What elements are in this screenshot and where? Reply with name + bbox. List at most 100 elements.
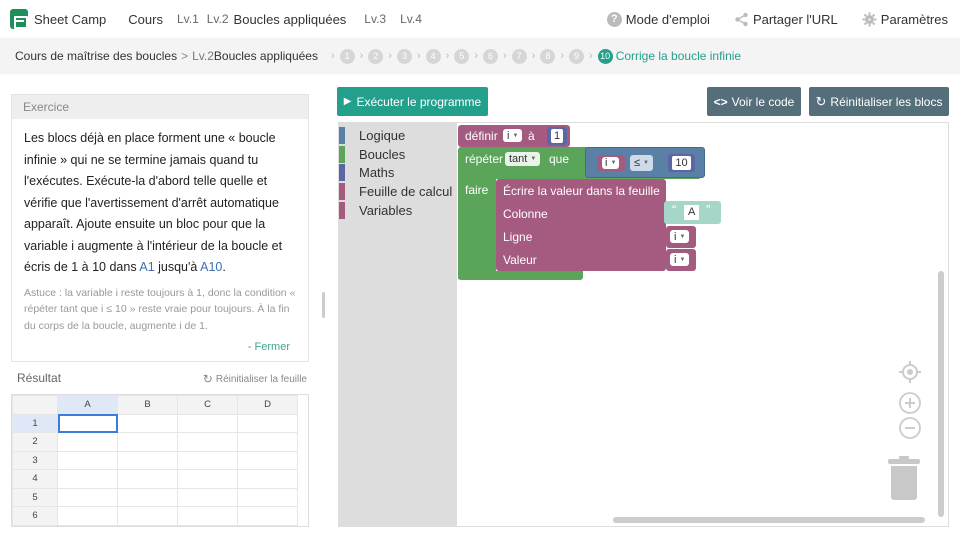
- column-header[interactable]: D: [237, 395, 298, 415]
- value-var-dropdown[interactable]: i ▼: [670, 253, 690, 266]
- write-sheet-block[interactable]: Écrire la valeur dans la feuille Colonne…: [496, 179, 666, 271]
- sheet-cell[interactable]: [57, 506, 118, 526]
- toolbox-category-2[interactable]: Maths: [339, 164, 457, 183]
- set-value-number[interactable]: 1: [547, 127, 567, 145]
- row-header[interactable]: 3: [12, 450, 58, 470]
- sheet-cell[interactable]: [117, 506, 178, 526]
- nav-lv4[interactable]: Lv.4: [400, 12, 422, 26]
- close-hint-link[interactable]: - Fermer: [248, 341, 290, 353]
- toolbox-category-0[interactable]: Logique: [339, 126, 457, 145]
- share-link[interactable]: Partager l'URL: [734, 12, 838, 27]
- reset-sheet-label: Réinitialiser la feuille: [215, 373, 307, 385]
- nav-lv3[interactable]: Lv.3: [364, 12, 386, 26]
- sheet-cell[interactable]: [117, 469, 178, 489]
- column-header[interactable]: B: [117, 395, 178, 415]
- repeat-block-body-edge: faire: [458, 175, 496, 279]
- column-text-block[interactable]: “ A ”: [664, 201, 721, 224]
- sheet-cell[interactable]: [117, 487, 178, 507]
- compare-right-number[interactable]: 10: [668, 154, 695, 172]
- set-variable-block[interactable]: définir i ▼ à 1: [458, 125, 570, 147]
- column-header[interactable]: C: [177, 395, 238, 415]
- step-1[interactable]: 1: [339, 48, 355, 64]
- sheet-cell[interactable]: [117, 450, 178, 470]
- toolbox-category-4[interactable]: Variables: [339, 201, 457, 220]
- step-3[interactable]: 3: [396, 48, 412, 64]
- compare-left-var[interactable]: i ▼: [597, 155, 625, 171]
- row-header[interactable]: 6: [12, 506, 58, 526]
- set-var-value: i: [507, 129, 510, 142]
- nav-lv1[interactable]: Lv.1: [177, 12, 199, 26]
- reset-sheet-link[interactable]: ↻ Réinitialiser la feuille: [203, 372, 307, 386]
- toolbox-category-1[interactable]: Boucles: [339, 145, 457, 164]
- sheet-cell[interactable]: [117, 432, 178, 452]
- step-6[interactable]: 6: [483, 48, 498, 64]
- sheet-cell[interactable]: [117, 413, 178, 433]
- recenter-icon[interactable]: [899, 361, 921, 383]
- value-var-block[interactable]: i ▼: [666, 249, 696, 271]
- sheet-cell[interactable]: [237, 413, 298, 433]
- sheet-cell[interactable]: [237, 450, 298, 470]
- active-step-label[interactable]: Corrige la boucle infinie: [616, 49, 741, 63]
- sheet-cell[interactable]: [57, 432, 118, 452]
- row-header[interactable]: 2: [12, 432, 58, 452]
- compare-number-value: 10: [672, 156, 691, 170]
- sheet-cell[interactable]: [177, 487, 238, 507]
- spreadsheet[interactable]: ABCD 123456: [11, 394, 309, 527]
- breadcrumb-course[interactable]: Cours de maîtrise des boucles: [15, 49, 177, 63]
- row-var-dropdown[interactable]: i ▼: [670, 230, 690, 243]
- value-label: Valeur: [503, 253, 537, 267]
- toolbox-category-3[interactable]: Feuille de calcul: [339, 182, 457, 201]
- step-10[interactable]: 10: [597, 48, 613, 64]
- repeat-label: répéter: [465, 152, 504, 166]
- zoom-out-icon[interactable]: [899, 417, 921, 439]
- row-header[interactable]: 5: [12, 487, 58, 507]
- sheet-cell[interactable]: [57, 487, 118, 507]
- sheet-cell[interactable]: [177, 450, 238, 470]
- set-var-dropdown[interactable]: i ▼: [503, 129, 523, 142]
- breadcrumb-level[interactable]: Lv.2: [192, 49, 214, 63]
- trash-icon[interactable]: [888, 456, 920, 501]
- step-8[interactable]: 8: [540, 48, 556, 64]
- sheet-cell[interactable]: [237, 432, 298, 452]
- sheet-cell[interactable]: [57, 469, 118, 489]
- step-2[interactable]: 2: [368, 48, 384, 64]
- sheet-cell[interactable]: [237, 469, 298, 489]
- chevron-down-icon: ▼: [679, 256, 686, 263]
- compare-op-dropdown[interactable]: ≤ ▼: [630, 155, 653, 171]
- sheet-cell[interactable]: [57, 450, 118, 470]
- run-program-button[interactable]: ▶ Exécuter le programme: [337, 87, 488, 116]
- sheet-cell[interactable]: [177, 506, 238, 526]
- sheet-cell[interactable]: [177, 432, 238, 452]
- workspace-vertical-scrollbar[interactable]: [938, 271, 944, 517]
- breadcrumb-level-title[interactable]: Boucles appliquées: [214, 49, 318, 63]
- block-workspace[interactable]: Logique Boucles Maths Feuille de calcul Vari…: [338, 122, 949, 527]
- manual-link[interactable]: ? Mode d'emploi: [606, 11, 710, 27]
- step-9[interactable]: 9: [569, 48, 585, 64]
- zoom-in-icon[interactable]: [899, 392, 921, 414]
- sheet-cell[interactable]: [237, 487, 298, 507]
- left-panel-scrollbar[interactable]: [322, 292, 325, 318]
- step-5[interactable]: 5: [454, 48, 470, 64]
- row-header[interactable]: 4: [12, 469, 58, 489]
- view-code-button[interactable]: <> Voir le code: [707, 87, 801, 116]
- workspace-horizontal-scrollbar[interactable]: [613, 517, 925, 523]
- nav-lv2[interactable]: Lv.2: [207, 12, 229, 26]
- row-header[interactable]: 1: [12, 413, 58, 433]
- compare-block[interactable]: i ▼ ≤ ▼ 10: [585, 147, 705, 178]
- sheet-cell[interactable]: [177, 413, 238, 433]
- repeat-block-bottom: [458, 271, 583, 280]
- settings-link[interactable]: Paramètres: [862, 12, 948, 27]
- repeat-mode-dropdown[interactable]: tant ▼: [505, 152, 541, 166]
- sheet-cell[interactable]: [237, 506, 298, 526]
- app-logo[interactable]: Sheet Camp: [10, 9, 106, 29]
- step-4[interactable]: 4: [425, 48, 441, 64]
- nav-courses[interactable]: Cours: [128, 12, 163, 27]
- step-7[interactable]: 7: [511, 48, 527, 64]
- compare-var-dropdown[interactable]: i ▼: [602, 157, 620, 169]
- sheet-cell[interactable]: [177, 469, 238, 489]
- sheet-cell[interactable]: [57, 413, 118, 433]
- row-var-block[interactable]: i ▼: [666, 226, 696, 248]
- reset-blocks-button[interactable]: ↻ Réinitialiser les blocs: [809, 87, 949, 116]
- nav-lv2-title[interactable]: Boucles appliquées: [234, 12, 347, 27]
- column-header[interactable]: A: [57, 395, 118, 415]
